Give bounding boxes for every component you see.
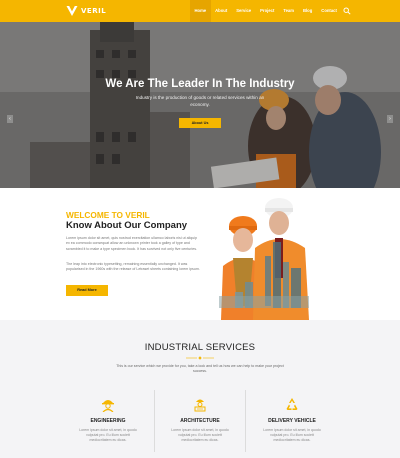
services-title: INDUSTRIAL SERVICES: [144, 342, 256, 353]
services-section: INDUSTRIAL SERVICES This is our service …: [0, 320, 400, 458]
about-paragraph-2: The leap into electronic typesetting, re…: [66, 262, 200, 272]
about-section: WELCOME TO VERIL Know About Our Company …: [0, 188, 400, 320]
architect-icon: [194, 399, 206, 412]
site-header: VERIL Home About Service Project Team Bl…: [0, 0, 400, 22]
welcome-heading: WELCOME TO VERIL: [66, 210, 150, 220]
service-card-engineering[interactable]: ENGINEERING Lorem ipsum dolor sit amet, …: [62, 390, 154, 443]
services-subtitle: This is our service which we provide for…: [116, 364, 284, 374]
hero-subtitle: Industry is the production of goods or r…: [135, 95, 265, 107]
service-card-architecture[interactable]: ARCHITECTURE Lorem ipsum dolor sit amet,…: [154, 390, 246, 452]
nav-item-blog[interactable]: Blog: [298, 0, 316, 22]
recycle-icon: [286, 398, 298, 410]
service-description: Lorem ipsum dolor sit amet, in quodo vul…: [79, 428, 137, 442]
main-nav: Home About Service Project Team Blog Con…: [190, 0, 351, 22]
nav-item-project[interactable]: Project: [256, 0, 279, 22]
logo[interactable]: VERIL: [66, 4, 106, 18]
about-heading: Know About Our Company: [66, 220, 188, 231]
read-more-button[interactable]: Read More: [66, 285, 108, 296]
hero-prev-arrow[interactable]: ‹: [7, 115, 13, 123]
title-divider: [186, 356, 214, 360]
service-card-delivery-vehicle[interactable]: DELIVERY VEHICLE Lorem ipsum dolor sit a…: [246, 390, 338, 443]
hero-title: We Are The Leader In The Industry: [105, 78, 295, 90]
about-paragraph-1: Lorem ipsum dolor sit amet, quis nostrud…: [66, 236, 198, 251]
nav-item-about[interactable]: About: [211, 0, 232, 22]
hero-next-arrow[interactable]: ›: [387, 115, 393, 123]
service-description: Lorem ipsum dolor sit amet, in quodo vul…: [263, 428, 321, 442]
nav-item-team[interactable]: Team: [279, 0, 299, 22]
nav-item-home[interactable]: Home: [190, 0, 211, 22]
service-name: ARCHITECTURE: [180, 418, 220, 424]
workers-image: [219, 198, 309, 320]
service-description: Lorem ipsum dolor sit amet, in quodo vul…: [171, 428, 229, 442]
nav-item-contact[interactable]: Contact: [317, 0, 342, 22]
hero-banner: ‹ › We Are The Leader In The Industry In…: [0, 22, 400, 188]
engineer-icon: [102, 400, 114, 412]
logo-v-icon: [66, 6, 78, 16]
about-us-button[interactable]: About Us: [179, 118, 221, 128]
nav-item-service[interactable]: Service: [232, 0, 256, 22]
service-name: ENGINEERING: [90, 418, 126, 424]
service-name: DELIVERY VEHICLE: [268, 418, 316, 424]
brand-name: VERIL: [81, 7, 107, 15]
search-icon[interactable]: [343, 7, 351, 15]
